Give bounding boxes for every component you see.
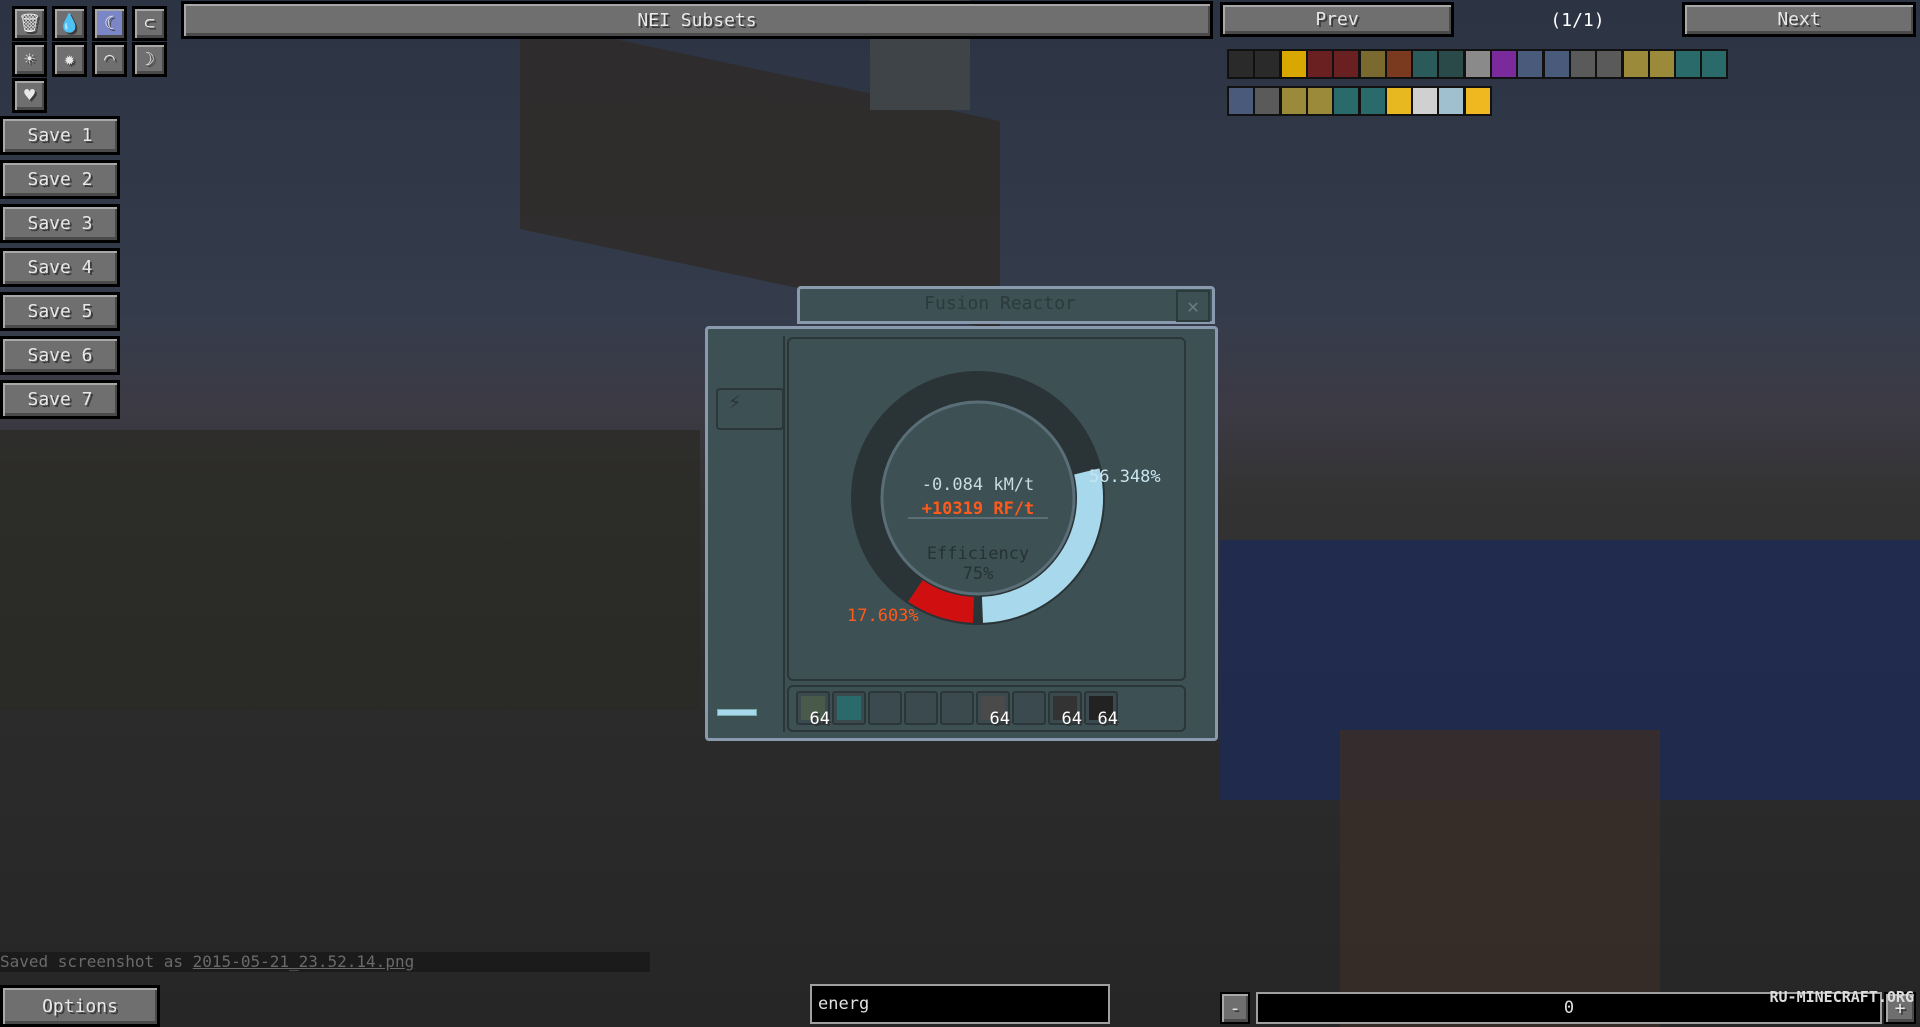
item-icon[interactable] bbox=[1568, 49, 1597, 79]
item-icon[interactable] bbox=[1358, 49, 1387, 79]
save-7-button[interactable]: Save 7 bbox=[0, 380, 120, 419]
item-icon[interactable] bbox=[1279, 86, 1308, 116]
item-icon bbox=[837, 696, 861, 720]
item-icon[interactable] bbox=[1437, 49, 1466, 79]
item-icon[interactable] bbox=[1253, 86, 1282, 116]
item-icon[interactable] bbox=[1227, 49, 1255, 79]
quantity-minus-button[interactable]: - bbox=[1220, 992, 1250, 1024]
heart-button[interactable]: ♥ bbox=[12, 78, 47, 113]
moon-icon: ☽ bbox=[144, 49, 155, 70]
nei-subsets-button[interactable]: NEI Subsets bbox=[181, 1, 1213, 39]
item-icon[interactable] bbox=[1490, 49, 1518, 79]
item-icon[interactable] bbox=[1411, 86, 1440, 116]
sun-button[interactable]: ✹ bbox=[52, 42, 87, 77]
save-3-button[interactable]: Save 3 bbox=[0, 204, 120, 243]
item-icon[interactable] bbox=[1647, 49, 1676, 79]
trash-button[interactable]: 🗑 bbox=[12, 6, 47, 41]
chat-prefix: Saved screenshot as bbox=[0, 952, 193, 971]
item-icon[interactable] bbox=[1305, 86, 1334, 116]
item-count: 64 bbox=[1061, 709, 1082, 729]
inventory-slot[interactable] bbox=[904, 691, 938, 725]
item-icon[interactable] bbox=[1595, 49, 1624, 79]
save-5-button[interactable]: Save 5 bbox=[0, 292, 120, 331]
rf-output: +10319 RF/t bbox=[921, 499, 1035, 519]
sunrise-button[interactable]: ☀ bbox=[12, 42, 47, 77]
item-icon[interactable] bbox=[1463, 86, 1492, 116]
moon-button[interactable]: ☽ bbox=[132, 42, 167, 77]
inventory-slot[interactable]: 64 bbox=[796, 691, 830, 729]
watermark: RU-MINECRAFT.ORG bbox=[1769, 988, 1915, 1006]
item-icon[interactable] bbox=[1542, 49, 1571, 79]
item-icon[interactable] bbox=[1621, 49, 1650, 79]
sun-icon: ✹ bbox=[64, 49, 75, 70]
item-icon[interactable] bbox=[1253, 49, 1282, 79]
power-tab[interactable]: ⚡ bbox=[716, 388, 784, 430]
temperature-gauge bbox=[851, 371, 1105, 625]
inventory-slot[interactable]: 64 bbox=[1084, 691, 1118, 729]
save-4-button[interactable]: Save 4 bbox=[0, 248, 120, 287]
water-drop-button[interactable]: 💧 bbox=[52, 6, 87, 41]
item-icon[interactable] bbox=[1463, 49, 1492, 79]
hot-percent: 17.603% bbox=[847, 606, 919, 626]
item-icon[interactable] bbox=[1305, 49, 1334, 79]
efficiency-value: 75% bbox=[962, 564, 994, 584]
item-icon[interactable] bbox=[1516, 49, 1545, 79]
inventory-slot[interactable] bbox=[868, 691, 902, 725]
save-1-button[interactable]: Save 1 bbox=[0, 116, 120, 155]
window-title: Fusion Reactor bbox=[924, 293, 1076, 314]
creative-mode-icon: ☾ bbox=[104, 13, 115, 34]
next-page-button[interactable]: Next bbox=[1682, 2, 1916, 37]
side-slider[interactable] bbox=[717, 709, 757, 716]
item-icon[interactable] bbox=[1674, 49, 1703, 79]
screenshot-link[interactable]: 2015-05-21_23.52.14.png bbox=[193, 952, 415, 971]
heart-icon: ♥ bbox=[24, 85, 35, 106]
fuel-rate: -0.084 kM/t bbox=[921, 475, 1035, 495]
item-icon[interactable] bbox=[1700, 49, 1729, 79]
moonrise-button[interactable]: ◠ bbox=[92, 42, 127, 77]
item-icon[interactable] bbox=[1358, 86, 1387, 116]
lightning-bolt-icon: ⚡ bbox=[728, 390, 742, 415]
water-drop-icon: 💧 bbox=[58, 13, 81, 34]
inventory-slot[interactable] bbox=[832, 691, 866, 725]
creative-mode-button[interactable]: ☾ bbox=[92, 6, 127, 41]
save-2-button[interactable]: Save 2 bbox=[0, 160, 120, 199]
inventory-slot[interactable] bbox=[940, 691, 974, 725]
item-count: 64 bbox=[989, 709, 1010, 729]
page-indicator: (1/1) bbox=[1550, 10, 1605, 31]
item-count: 64 bbox=[809, 709, 830, 729]
magnet-button[interactable]: ⊂ bbox=[132, 6, 167, 41]
inventory-slot[interactable]: 64 bbox=[976, 691, 1010, 729]
item-icon[interactable] bbox=[1384, 86, 1413, 116]
search-input[interactable] bbox=[810, 984, 1110, 1024]
item-icon[interactable] bbox=[1384, 49, 1413, 79]
item-icon[interactable] bbox=[1279, 49, 1308, 79]
item-icon[interactable] bbox=[1332, 86, 1361, 116]
item-count: 64 bbox=[1097, 709, 1118, 729]
item-icon[interactable] bbox=[1227, 86, 1255, 116]
trash-icon: 🗑 bbox=[18, 13, 41, 34]
options-button[interactable]: Options bbox=[0, 985, 160, 1027]
item-icon[interactable] bbox=[1332, 49, 1361, 79]
efficiency-label: Efficiency bbox=[926, 544, 1030, 564]
sunrise-icon: ☀ bbox=[24, 49, 35, 70]
cold-percent: 56.348% bbox=[1089, 467, 1161, 487]
chat-message: Saved screenshot as 2015-05-21_23.52.14.… bbox=[0, 952, 650, 972]
inventory-slot[interactable]: 64 bbox=[1048, 691, 1082, 729]
item-icon[interactable] bbox=[1411, 49, 1440, 79]
item-icon[interactable] bbox=[1437, 86, 1466, 116]
moonrise-icon: ◠ bbox=[104, 49, 115, 70]
close-button[interactable]: ✕ bbox=[1176, 290, 1210, 322]
magnet-icon: ⊂ bbox=[144, 13, 155, 34]
prev-page-button[interactable]: Prev bbox=[1220, 2, 1454, 37]
save-6-button[interactable]: Save 6 bbox=[0, 336, 120, 375]
inventory-slot[interactable] bbox=[1012, 691, 1046, 725]
